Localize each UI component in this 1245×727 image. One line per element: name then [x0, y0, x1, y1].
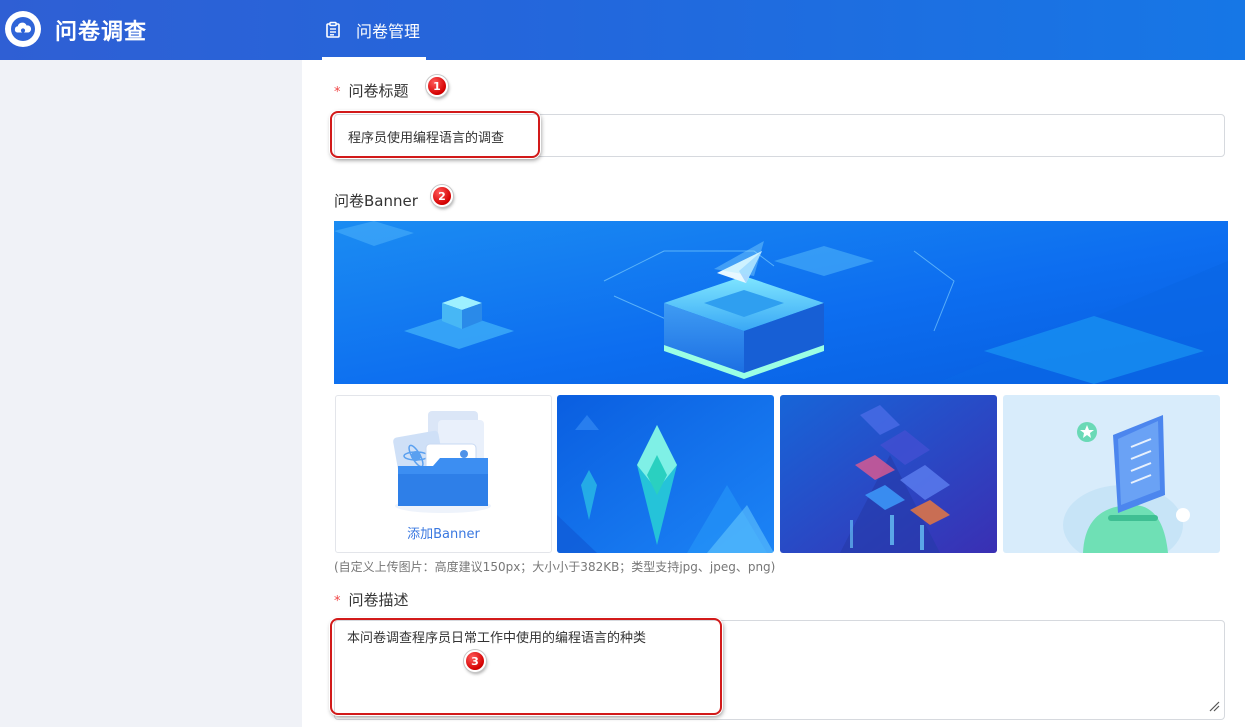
description-label: * 问卷描述: [334, 589, 409, 610]
title-label-text: 问卷标题: [348, 82, 409, 100]
top-header: 问卷调查 问卷管理: [0, 0, 1245, 60]
sidebar: [0, 60, 302, 727]
description-label-text: 问卷描述: [348, 591, 409, 609]
banner-thumbnail-3[interactable]: [1003, 395, 1220, 553]
upload-hint: (自定义上传图片：高度建议150px；大小小于382KB；类型支持jpg、jpe…: [334, 560, 776, 574]
nav-tab-label: 问卷管理: [356, 22, 421, 41]
description-input-box[interactable]: 本问卷调查程序员日常工作中使用的编程语言的种类: [334, 620, 1225, 720]
image-folder-icon: [393, 411, 491, 513]
add-banner-button[interactable]: 添加Banner: [335, 395, 552, 553]
annotation-marker-1: 1: [426, 75, 448, 97]
resize-handle-icon[interactable]: [1208, 697, 1220, 716]
app-title: 问卷调查: [55, 20, 148, 45]
banner-image: [334, 221, 1228, 384]
title-input[interactable]: [348, 125, 848, 147]
required-mark: *: [334, 85, 341, 100]
required-mark: *: [334, 594, 341, 609]
annotation-marker-2: 2: [431, 185, 453, 207]
banner-thumbnail-2[interactable]: [780, 395, 997, 553]
annotation-marker-3: 3: [464, 650, 486, 672]
clipboard-icon: [324, 21, 342, 39]
title-input-box[interactable]: [334, 114, 1225, 157]
banner-thumbnail-1[interactable]: [557, 395, 774, 553]
nav-tab-questionnaire-management[interactable]: 问卷管理: [321, 0, 427, 60]
title-label: * 问卷标题: [334, 80, 409, 101]
cloud-logo-icon[interactable]: [5, 11, 41, 47]
add-banner-label: 添加Banner: [407, 527, 480, 542]
banner-label: 问卷Banner: [334, 192, 418, 210]
